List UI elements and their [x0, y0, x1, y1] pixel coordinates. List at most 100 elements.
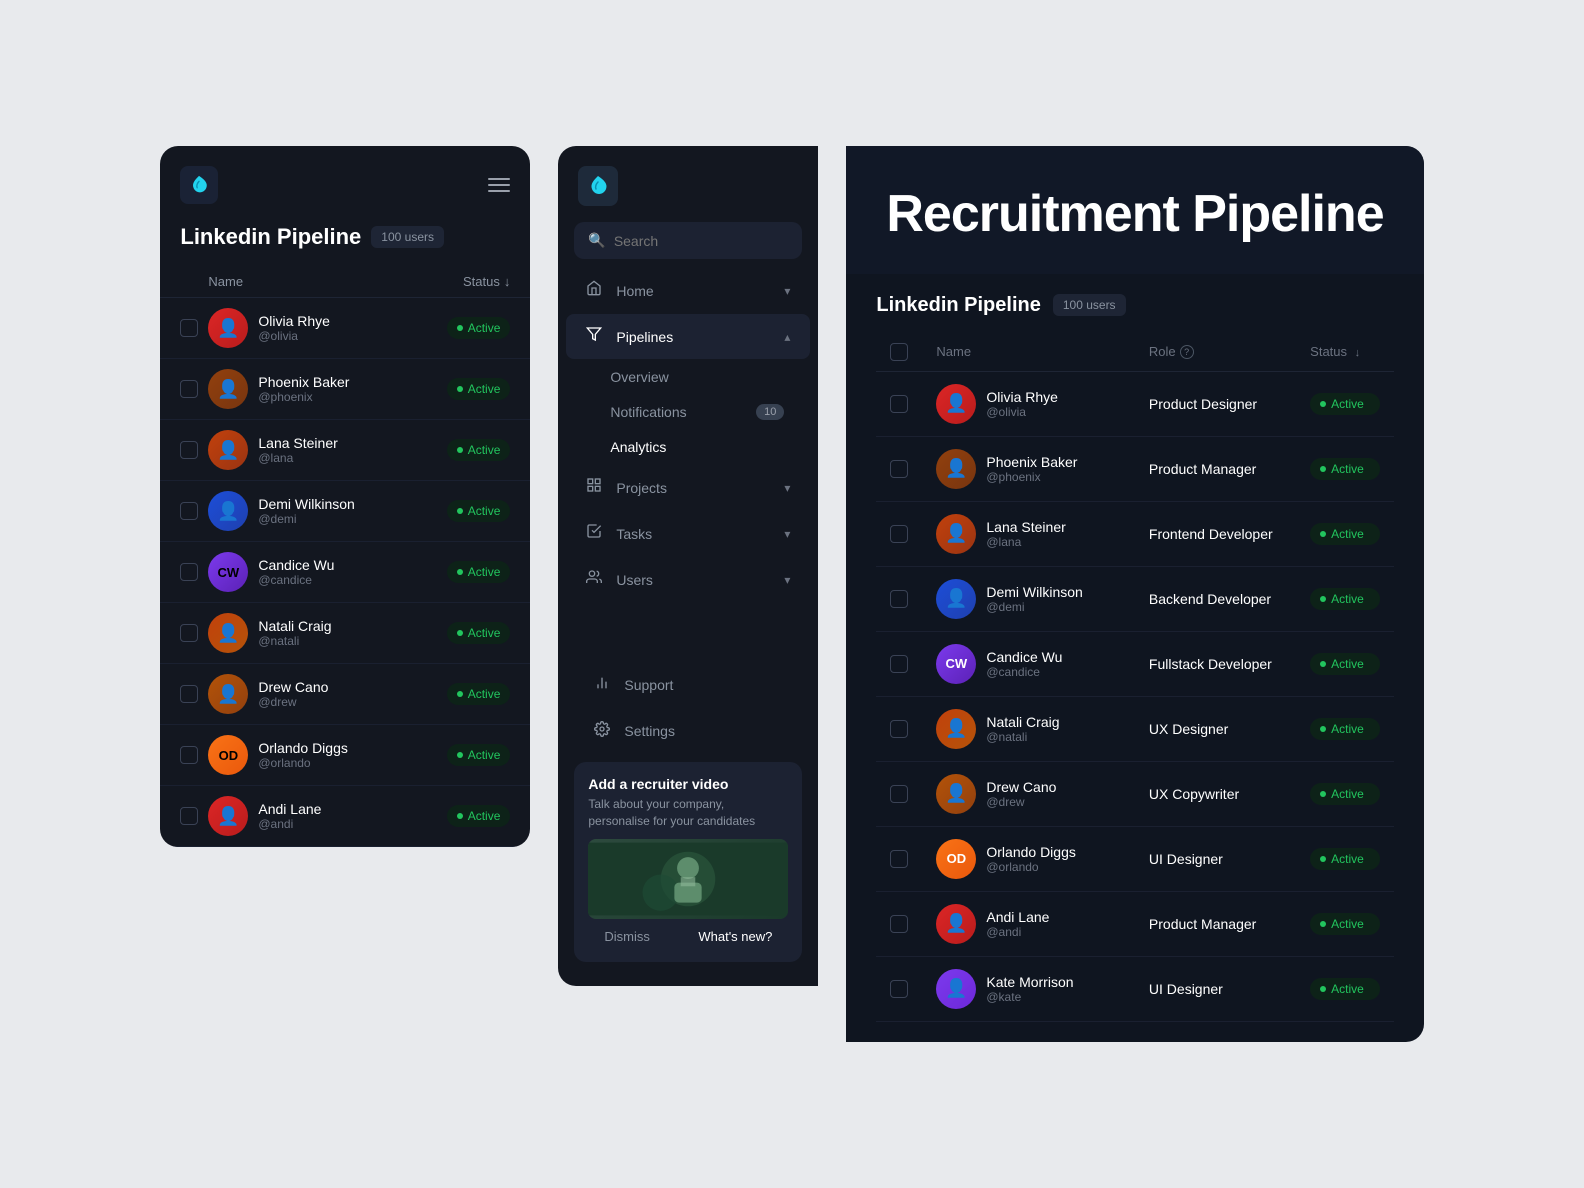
sidebar-item-settings[interactable]: Settings	[574, 709, 802, 754]
overview-label: Overview	[610, 369, 668, 385]
avatar: CW	[208, 552, 248, 592]
settings-icon	[594, 721, 614, 742]
status-label: Active	[1331, 982, 1364, 996]
sidebar-item-pipelines[interactable]: Pipelines ▴	[566, 314, 810, 359]
user-name: Demi Wilkinson	[986, 584, 1082, 600]
mobile-pipeline-title: Linkedin Pipeline	[180, 224, 361, 250]
row-checkbox[interactable]	[180, 502, 198, 520]
pipeline-header: Linkedin Pipeline 100 users	[876, 294, 1393, 317]
sidebar-panel: 🔍 Home ▾	[558, 146, 818, 986]
promo-card: Add a recruiter video Talk about your co…	[574, 762, 802, 963]
pipeline-users-badge: 100 users	[1053, 294, 1126, 316]
row-checkbox[interactable]	[890, 590, 908, 608]
status-badge: Active	[1310, 523, 1379, 545]
user-handle: @drew	[986, 795, 1056, 809]
status-label: Active	[1331, 397, 1364, 411]
row-checkbox[interactable]	[890, 785, 908, 803]
sidebar-item-analytics[interactable]: Analytics	[578, 430, 810, 464]
main-select-all-checkbox[interactable]	[890, 343, 908, 361]
status-badge: Active	[447, 561, 511, 583]
user-handle: @andi	[986, 925, 1049, 939]
row-checkbox[interactable]	[890, 525, 908, 543]
status-badge: Active	[447, 439, 511, 461]
search-input[interactable]	[614, 233, 795, 249]
row-checkbox[interactable]	[890, 915, 908, 933]
status-dot	[457, 752, 463, 758]
avatar: CW	[936, 644, 976, 684]
row-checkbox[interactable]	[180, 746, 198, 764]
mobile-list-item: 👤 Andi Lane @andi Active	[160, 786, 530, 847]
main-header: Recruitment Pipeline	[846, 146, 1423, 273]
role-help-icon: ?	[1180, 345, 1194, 359]
hamburger-menu[interactable]	[488, 178, 510, 192]
avatar: OD	[936, 839, 976, 879]
main-table-body: 👤 Olivia Rhye @olivia Product Designer A…	[876, 371, 1393, 1021]
user-name: Kate Morrison	[986, 974, 1073, 990]
notifications-label: Notifications	[610, 404, 686, 420]
row-checkbox[interactable]	[180, 685, 198, 703]
sidebar-item-notifications[interactable]: Notifications 10	[578, 395, 810, 429]
mobile-table-header: Name Status ↓	[160, 266, 530, 298]
user-name: Orlando Diggs	[258, 740, 436, 756]
user-role: UX Designer	[1135, 696, 1296, 761]
pipeline-name: Linkedin Pipeline	[876, 294, 1040, 317]
avatar: 👤	[936, 904, 976, 944]
promo-footer: Dismiss What's new?	[588, 919, 788, 948]
row-checkbox[interactable]	[890, 720, 908, 738]
status-dot	[1320, 986, 1326, 992]
name-cell: 👤 Andi Lane @andi	[936, 904, 1121, 944]
row-checkbox[interactable]	[890, 850, 908, 868]
sidebar-item-support[interactable]: Support	[574, 663, 802, 708]
user-info: Andi Lane @andi	[258, 801, 436, 831]
sidebar-logo	[578, 166, 618, 206]
name-cell: CW Candice Wu @candice	[936, 644, 1121, 684]
projects-chevron-icon: ▾	[784, 481, 790, 495]
row-checkbox[interactable]	[180, 563, 198, 581]
row-checkbox[interactable]	[180, 441, 198, 459]
search-box[interactable]: 🔍	[574, 222, 802, 259]
user-name: Phoenix Baker	[986, 454, 1077, 470]
sidebar-support-label: Support	[624, 677, 782, 693]
user-name: Orlando Diggs	[986, 844, 1076, 860]
user-handle: @demi	[986, 600, 1082, 614]
sidebar-home-label: Home	[616, 283, 784, 299]
user-handle: @kate	[986, 990, 1073, 1004]
name-cell: 👤 Lana Steiner @lana	[936, 514, 1121, 554]
status-label: Active	[1331, 917, 1364, 931]
mobile-list-item: 👤 Lana Steiner @lana Active	[160, 420, 530, 481]
status-badge: Active	[1310, 848, 1379, 870]
row-checkbox[interactable]	[890, 655, 908, 673]
status-label: Active	[1331, 657, 1364, 671]
user-info: Andi Lane @andi	[986, 909, 1049, 939]
table-row: 👤 Andi Lane @andi Product Manager Active	[876, 891, 1393, 956]
avatar: 👤	[208, 491, 248, 531]
row-checkbox[interactable]	[890, 460, 908, 478]
whats-new-button[interactable]: What's new?	[698, 929, 772, 944]
avatar: 👤	[936, 709, 976, 749]
user-handle: @lana	[986, 535, 1065, 549]
row-checkbox[interactable]	[890, 980, 908, 998]
main-table: Name Role ? Status ↓	[876, 333, 1393, 1022]
row-checkbox[interactable]	[890, 395, 908, 413]
sidebar-item-projects[interactable]: Projects ▾	[566, 465, 810, 510]
row-checkbox[interactable]	[180, 319, 198, 337]
mobile-title-row: Linkedin Pipeline 100 users	[160, 216, 530, 266]
sidebar-item-home[interactable]: Home ▾	[566, 268, 810, 313]
projects-icon	[586, 477, 606, 498]
dismiss-button[interactable]: Dismiss	[604, 929, 650, 944]
user-info: Phoenix Baker @phoenix	[258, 374, 436, 404]
status-badge: Active	[1310, 913, 1379, 935]
name-cell: OD Orlando Diggs @orlando	[936, 839, 1121, 879]
mobile-col-status: Status ↓	[463, 274, 510, 289]
user-role: UI Designer	[1135, 956, 1296, 1021]
row-checkbox[interactable]	[180, 380, 198, 398]
row-checkbox[interactable]	[180, 624, 198, 642]
user-info: Lana Steiner @lana	[258, 435, 436, 465]
sidebar-item-users[interactable]: Users ▾	[566, 557, 810, 602]
user-name: Olivia Rhye	[986, 389, 1058, 405]
sidebar-item-overview[interactable]: Overview	[578, 360, 810, 394]
sidebar-item-tasks[interactable]: Tasks ▾	[566, 511, 810, 556]
avatar: 👤	[208, 369, 248, 409]
row-checkbox[interactable]	[180, 807, 198, 825]
user-info: Lana Steiner @lana	[986, 519, 1065, 549]
